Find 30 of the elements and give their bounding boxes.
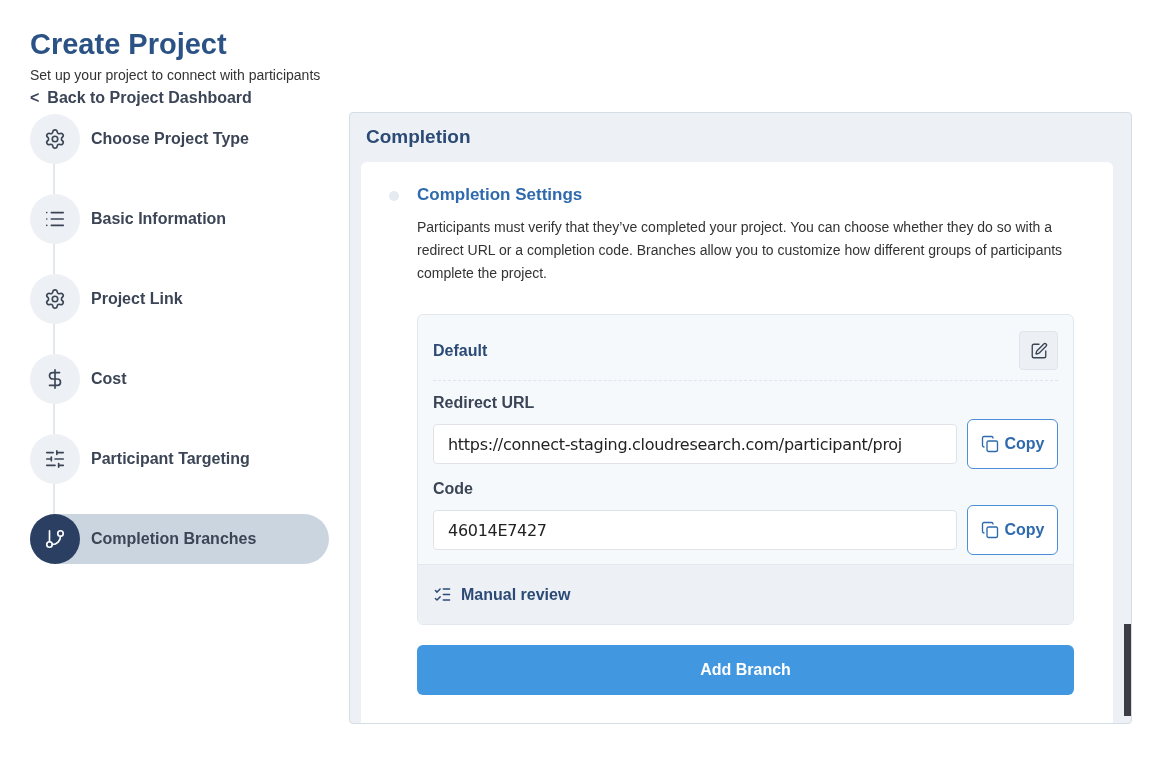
field-label: Code xyxy=(433,479,474,499)
field-label: Redirect URL xyxy=(433,393,536,413)
copy-icon xyxy=(980,521,999,539)
page-subtitle: Set up your project to connect with participants xyxy=(30,66,322,84)
edit-button[interactable] xyxy=(1019,331,1058,370)
copy-button[interactable]: Copy xyxy=(967,419,1058,469)
branch-icon xyxy=(44,528,66,550)
text-field[interactable]: 46014E7427 xyxy=(433,510,957,550)
section-title: Completion Settings xyxy=(417,184,584,206)
sliders-icon xyxy=(44,448,66,470)
section-description: Participants must verify that they’ve completed your project. You can choose whether they do so with a redirect URL or a completion code. Branches allow you to customize how different groups of participants complete the project. xyxy=(417,218,1064,283)
back-link[interactable]: < Back to Project Dashboard xyxy=(30,88,252,108)
edit-icon xyxy=(1029,341,1048,360)
manual-review-row[interactable]: Manual review xyxy=(418,564,1073,624)
text-field[interactable]: https://connect-staging.cloudresearch.com/participant/proj xyxy=(433,424,957,464)
step-item[interactable]: Participant Targeting xyxy=(30,434,329,484)
step-item[interactable]: Completion Branches xyxy=(30,514,329,564)
panel-title: Completion xyxy=(365,125,472,149)
list-icon xyxy=(433,585,452,604)
copy-button[interactable]: Copy xyxy=(967,505,1058,555)
copy-icon xyxy=(980,435,999,453)
gear-icon xyxy=(44,288,66,310)
page-title: Create Project xyxy=(30,27,228,62)
step-item[interactable]: Project Link xyxy=(30,274,329,324)
step-item[interactable]: Cost xyxy=(30,354,329,404)
step-item[interactable]: Basic Information xyxy=(30,194,329,244)
step-item[interactable]: Choose Project Type xyxy=(30,114,329,164)
branch-name: Default xyxy=(433,340,488,361)
gear-icon xyxy=(44,128,66,150)
scrollbar-thumb[interactable] xyxy=(1124,624,1131,716)
